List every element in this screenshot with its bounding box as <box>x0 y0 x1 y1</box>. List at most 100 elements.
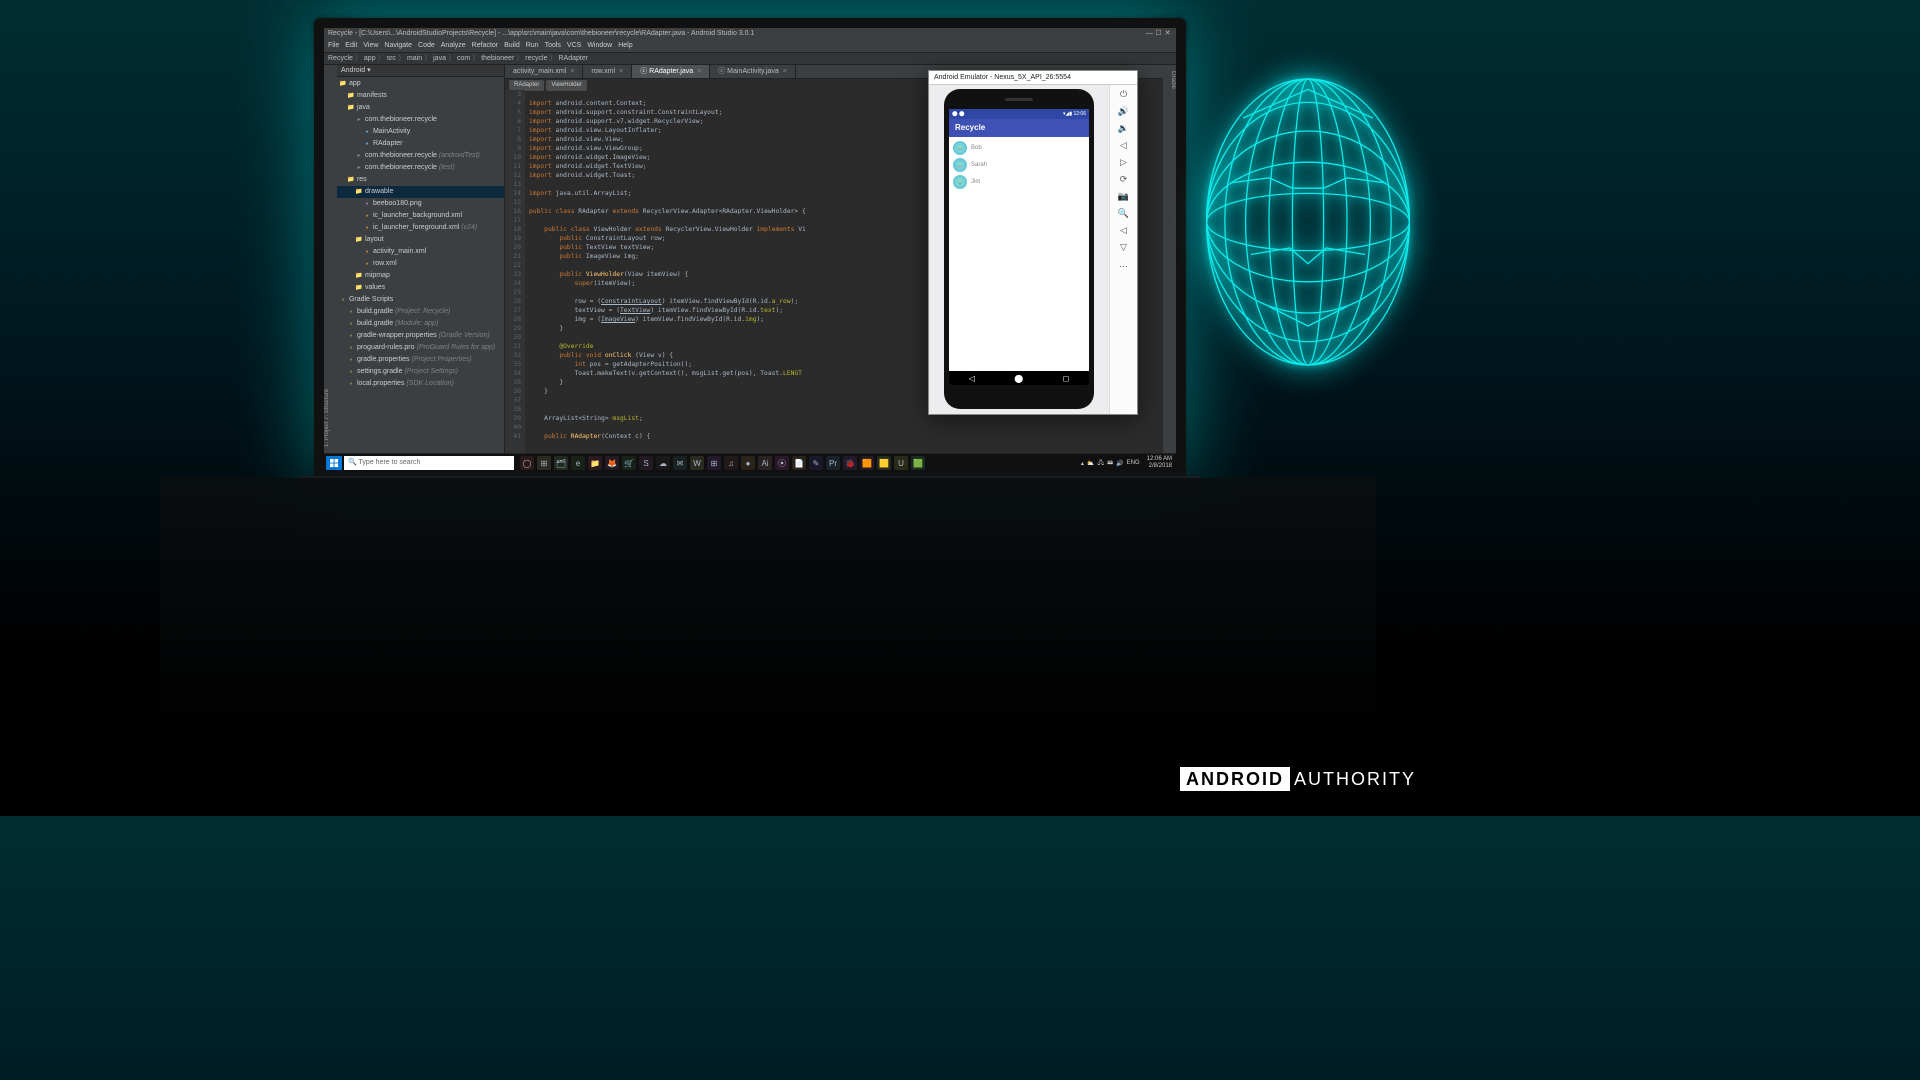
tree-node[interactable]: drawable <box>337 186 504 198</box>
tree-node[interactable]: RAdapter <box>337 138 504 150</box>
tray-icon[interactable]: ▴ <box>1081 460 1084 467</box>
project-panel[interactable]: Android ▾ app manifests java com.thebion… <box>337 65 505 453</box>
editor-tab[interactable]: row.xml× <box>583 65 632 78</box>
taskbar-app-icon[interactable]: 🟩 <box>911 456 925 470</box>
taskbar-app-icon[interactable]: ⊞ <box>707 456 721 470</box>
tray-icon[interactable]: ENG <box>1127 460 1140 466</box>
menu-file[interactable]: File <box>328 42 339 49</box>
crumb[interactable]: main <box>407 52 422 65</box>
tree-node[interactable]: res <box>337 174 504 186</box>
emulator-window[interactable]: Android Emulator - Nexus_5X_API_26:5554 … <box>928 70 1138 415</box>
taskbar-app-icon[interactable]: ◯ <box>520 456 534 470</box>
taskbar-app-icon[interactable]: ✉ <box>673 456 687 470</box>
taskbar-app-icon[interactable]: ● <box>741 456 755 470</box>
window-controls[interactable]: —☐✕ <box>1145 28 1172 40</box>
tray-icon[interactable]: ⛅ <box>1087 460 1094 467</box>
right-gutter[interactable]: Gradle <box>1163 65 1176 453</box>
taskbar-app-icon[interactable]: U <box>894 456 908 470</box>
device-screen[interactable]: ⬤ ⬤ ▾◢▮ 12:06 Recycle ◡Bob◡Sarah◡Jim ◁⬤◻ <box>949 109 1089 385</box>
emu-tool-icon[interactable]: ◁ <box>1120 140 1127 151</box>
tree-node[interactable]: gradle.properties (Project Properties) <box>337 354 504 366</box>
emu-tool-icon[interactable]: 🔊 <box>1118 106 1129 117</box>
tree-node[interactable]: build.gradle (Module: app) <box>337 318 504 330</box>
emu-tool-icon[interactable]: 🔍 <box>1118 208 1129 219</box>
emu-tool-icon[interactable]: … <box>1119 259 1128 269</box>
menu-build[interactable]: Build <box>504 42 520 49</box>
taskbar-app-icon[interactable]: ✎ <box>809 456 823 470</box>
crumb[interactable]: src <box>387 52 396 65</box>
left-gutter[interactable]: 1: Project 7: Structure <box>324 65 337 453</box>
emu-tool-icon[interactable]: ▽ <box>1120 242 1127 253</box>
taskbar-app-icon[interactable]: 📁 <box>588 456 602 470</box>
crumb[interactable]: RAdapter <box>558 52 588 65</box>
tree-node[interactable]: beeboo180.png <box>337 198 504 210</box>
taskbar-app-icon[interactable]: 🛒 <box>622 456 636 470</box>
list-item[interactable]: ◡Bob <box>953 141 1085 155</box>
tray-icon[interactable]: 🔊 <box>1116 460 1123 467</box>
editor-tab[interactable]: ⓒ RAdapter.java× <box>632 65 710 78</box>
crumb[interactable]: recycle <box>525 52 547 65</box>
tree-node[interactable]: activity_main.xml <box>337 246 504 258</box>
tray-icon[interactable]: 🖧 <box>1097 458 1104 468</box>
menu-help[interactable]: Help <box>618 42 632 49</box>
crumb[interactable]: thebioneer <box>481 52 514 65</box>
tree-node[interactable]: Gradle Scripts <box>337 294 504 306</box>
menu-navigate[interactable]: Navigate <box>384 42 412 49</box>
tree-node[interactable]: local.properties (SDK Location) <box>337 378 504 390</box>
android-navbar[interactable]: ◁⬤◻ <box>949 371 1089 385</box>
tree-node[interactable]: mipmap <box>337 270 504 282</box>
emu-tool-icon[interactable]: ▷ <box>1120 157 1127 168</box>
editor-tab[interactable]: ⓒ MainActivity.java× <box>710 65 796 78</box>
taskbar-app-icon[interactable]: ☁ <box>656 456 670 470</box>
tree-node[interactable]: layout <box>337 234 504 246</box>
tree-node[interactable]: build.gradle (Project: Recycle) <box>337 306 504 318</box>
menu-refactor[interactable]: Refactor <box>472 42 498 49</box>
taskbar-app-icon[interactable]: Pr <box>826 456 840 470</box>
emu-tool-icon[interactable]: 🔉 <box>1118 123 1129 134</box>
menu-run[interactable]: Run <box>526 42 539 49</box>
tree-node[interactable]: java <box>337 102 504 114</box>
tray-icon[interactable]: 🖴 <box>1107 458 1113 468</box>
taskbar-app-icon[interactable]: 📄 <box>792 456 806 470</box>
tree-node[interactable]: com.thebioneer.recycle (androidTest) <box>337 150 504 162</box>
taskbar-search[interactable]: 🔍 Type here to search <box>344 456 514 470</box>
tree-node[interactable]: values <box>337 282 504 294</box>
taskbar-app-icon[interactable]: e <box>571 456 585 470</box>
crumb[interactable]: java <box>433 52 446 65</box>
crumb[interactable]: com <box>457 52 470 65</box>
taskbar-app-icon[interactable]: ⊞ <box>537 456 551 470</box>
taskbar-app-icon[interactable]: Ai <box>758 456 772 470</box>
tree-node[interactable]: MainActivity <box>337 126 504 138</box>
tree-node[interactable]: proguard-rules.pro (ProGuard Rules for a… <box>337 342 504 354</box>
list-item[interactable]: ◡Sarah <box>953 158 1085 172</box>
tree-node[interactable]: manifests <box>337 90 504 102</box>
menu-window[interactable]: Window <box>587 42 612 49</box>
editor-tab[interactable]: activity_main.xml× <box>505 65 583 78</box>
emu-tool-icon[interactable]: ◁ <box>1120 225 1127 236</box>
taskbar-app-icon[interactable]: 🐞 <box>843 456 857 470</box>
taskbar-app-icon[interactable]: ⦿ <box>775 456 789 470</box>
taskbar-app-icon[interactable]: W <box>690 456 704 470</box>
menu-tools[interactable]: Tools <box>545 42 561 49</box>
emu-tool-icon[interactable]: 📷 <box>1118 191 1129 202</box>
clock[interactable]: 12:06 AM2/8/2018 <box>1147 456 1172 470</box>
menubar[interactable]: FileEditViewNavigateCodeAnalyzeRefactorB… <box>324 40 1176 52</box>
menu-code[interactable]: Code <box>418 42 435 49</box>
tree-node[interactable]: gradle-wrapper.properties (Gradle Versio… <box>337 330 504 342</box>
tree-node[interactable]: ic_launcher_background.xml <box>337 210 504 222</box>
taskbar-app-icon[interactable]: 🟨 <box>877 456 891 470</box>
taskbar-app-icon[interactable]: 🟧 <box>860 456 874 470</box>
tree-node[interactable]: settings.gradle (Project Settings) <box>337 366 504 378</box>
taskbar-app-icon[interactable]: ♫ <box>724 456 738 470</box>
taskbar-app-icon[interactable]: 🗂 <box>554 456 568 470</box>
tree-node[interactable]: row.xml <box>337 258 504 270</box>
recycler-list[interactable]: ◡Bob◡Sarah◡Jim <box>949 137 1089 371</box>
emu-tool-icon[interactable]: ⟳ <box>1120 174 1128 185</box>
taskbar-app-icon[interactable]: 🦊 <box>605 456 619 470</box>
menu-view[interactable]: View <box>363 42 378 49</box>
emulator-toolbar[interactable]: ⏻🔊🔉◁▷⟳📷🔍◁▽… <box>1109 85 1137 414</box>
tree-node[interactable]: app <box>337 78 504 90</box>
crumb[interactable]: Recycle <box>328 52 353 65</box>
tree-node[interactable]: com.thebioneer.recycle (test) <box>337 162 504 174</box>
project-tab[interactable]: Android <box>341 67 365 74</box>
